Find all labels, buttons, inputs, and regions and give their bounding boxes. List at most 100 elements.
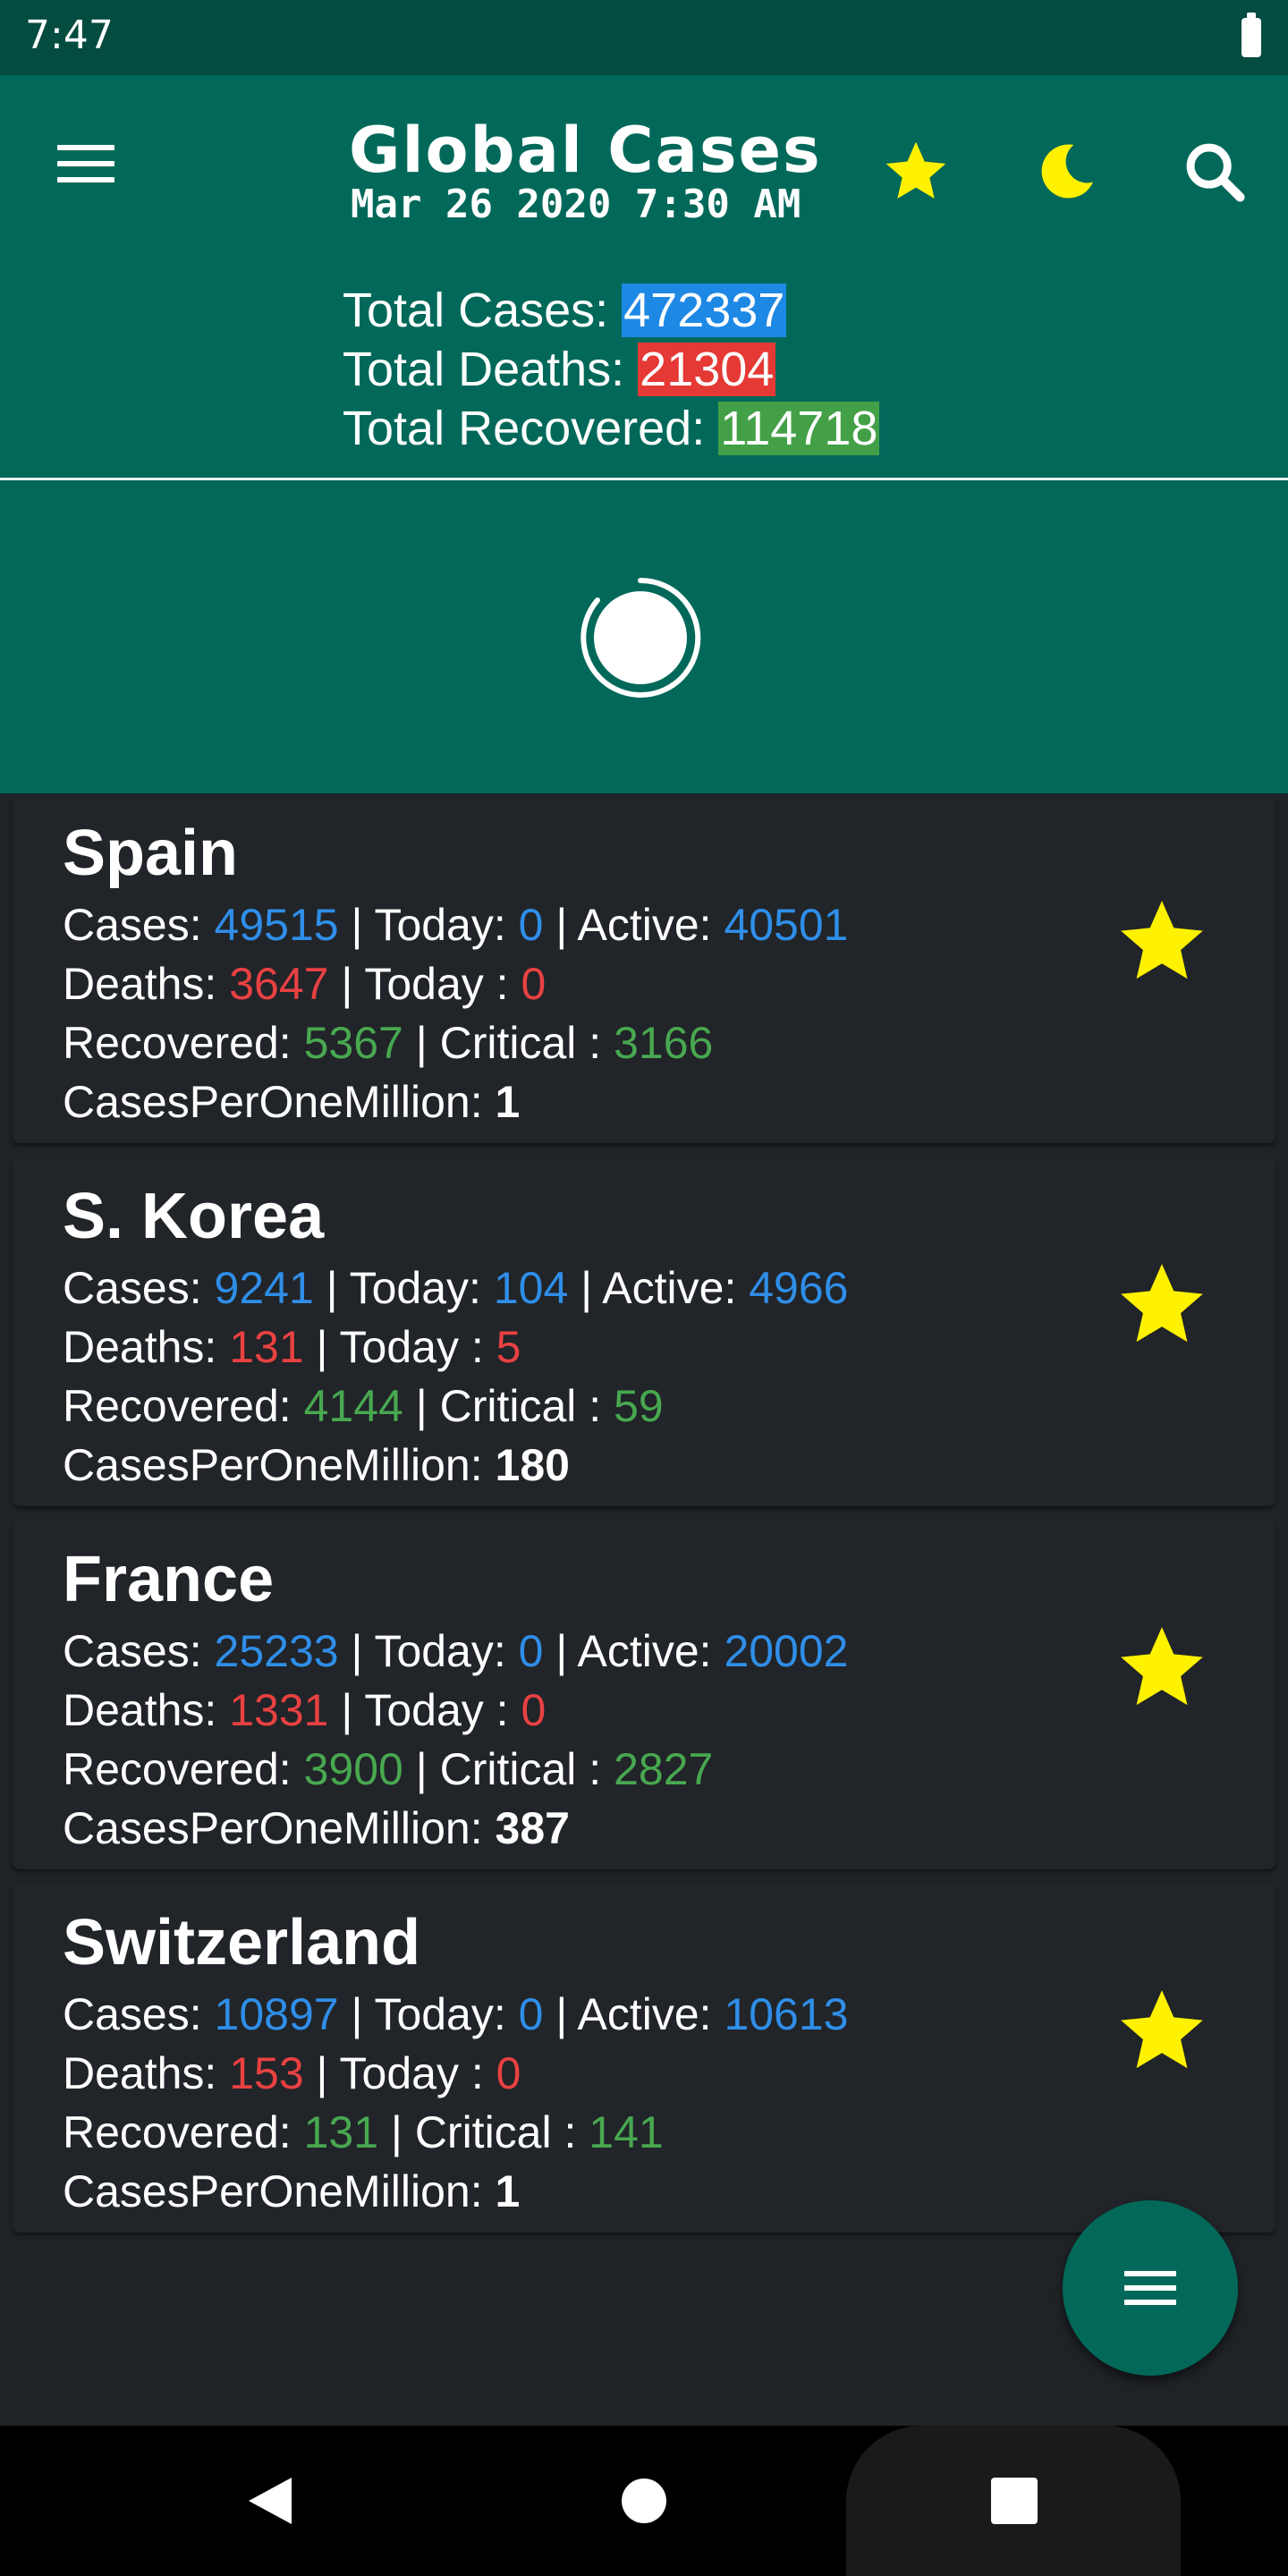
deaths-value: 131 xyxy=(229,1322,304,1372)
per-million-line: CasesPerOneMillion: 387 xyxy=(63,1801,570,1855)
separator: | xyxy=(303,1322,340,1372)
today-deaths-value: 5 xyxy=(496,1322,521,1372)
recovered-label: Recovered: xyxy=(63,1744,304,1794)
per-million-line: CasesPerOneMillion: 1 xyxy=(63,1075,520,1129)
country-card[interactable]: S. Korea Cases: 9241 | Today: 104 | Acti… xyxy=(13,1157,1275,1506)
active-label: Active: xyxy=(577,900,724,950)
cases-value: 49515 xyxy=(214,900,339,950)
moon-icon xyxy=(1041,144,1093,199)
deaths-line: Deaths: 1331 | Today : 0 xyxy=(63,1683,546,1737)
cases-line: Cases: 10897 | Today: 0 | Active: 10613 xyxy=(63,1987,848,2041)
recovered-line: Recovered: 3900 | Critical : 2827 xyxy=(63,1742,713,1796)
active-label: Active: xyxy=(577,1989,724,2039)
deaths-value: 1331 xyxy=(229,1685,329,1735)
total-cases-row: Total Cases: 472337 xyxy=(343,281,879,340)
country-name: Switzerland xyxy=(63,1907,421,1979)
cases-label: Cases: xyxy=(63,1263,215,1313)
critical-label: Critical : xyxy=(439,1018,614,1068)
recovered-label: Recovered: xyxy=(63,1381,304,1431)
country-card[interactable]: France Cases: 25233 | Today: 0 | Active:… xyxy=(13,1521,1275,1869)
total-deaths-label: Total Deaths: xyxy=(343,343,639,396)
today-label: Today: xyxy=(374,1626,519,1676)
country-name: S. Korea xyxy=(63,1181,325,1252)
deaths-label: Deaths: xyxy=(63,1322,230,1372)
back-triangle-icon[interactable] xyxy=(243,2474,297,2528)
search-icon xyxy=(1186,143,1245,202)
star-icon[interactable] xyxy=(1113,1982,1211,2080)
today-cases-value: 0 xyxy=(518,1626,544,1676)
active-label: Active: xyxy=(577,1626,724,1676)
separator: | xyxy=(543,1989,578,2039)
separator: | xyxy=(543,1626,578,1676)
separator: | xyxy=(328,1685,365,1735)
deaths-label: Deaths: xyxy=(63,1685,230,1735)
deaths-line: Deaths: 153 | Today : 0 xyxy=(63,2046,521,2100)
home-circle-icon[interactable] xyxy=(621,2478,667,2524)
per-million-label: CasesPerOneMillion: xyxy=(63,1803,496,1853)
per-million-label: CasesPerOneMillion: xyxy=(63,2166,496,2216)
today-cases-value: 0 xyxy=(518,900,544,950)
hamburger-menu-icon[interactable] xyxy=(57,145,114,188)
separator: | xyxy=(338,1626,375,1676)
star-icon[interactable] xyxy=(1113,1256,1211,1354)
separator: | xyxy=(378,2107,415,2157)
country-name: Spain xyxy=(63,818,239,889)
dark-mode-button[interactable] xyxy=(1023,129,1109,215)
country-card[interactable]: Spain Cases: 49515 | Today: 0 | Active: … xyxy=(13,794,1275,1143)
recovered-line: Recovered: 4144 | Critical : 59 xyxy=(63,1379,664,1433)
total-deaths-row: Total Deaths: 21304 xyxy=(343,340,879,399)
critical-value: 141 xyxy=(589,2107,664,2157)
separator: | xyxy=(402,1381,440,1431)
menu-fab-button[interactable] xyxy=(1063,2200,1238,2376)
recents-square-icon[interactable] xyxy=(991,2478,1038,2524)
total-deaths-value: 21304 xyxy=(638,343,776,396)
loading-spinner-icon xyxy=(580,577,701,698)
today-deaths-value: 0 xyxy=(521,1685,547,1735)
cases-value: 25233 xyxy=(214,1626,339,1676)
recovered-line: Recovered: 131 | Critical : 141 xyxy=(63,2106,664,2159)
today-deaths-value: 0 xyxy=(496,2048,521,2098)
separator: | xyxy=(328,959,365,1009)
loading-area xyxy=(0,480,1288,793)
critical-value: 2827 xyxy=(614,1744,714,1794)
cases-label: Cases: xyxy=(63,1626,215,1676)
today-cases-value: 104 xyxy=(493,1263,569,1313)
star-icon[interactable] xyxy=(1113,1619,1211,1717)
critical-label: Critical : xyxy=(439,1381,614,1431)
country-card[interactable]: Switzerland Cases: 10897 | Today: 0 | Ac… xyxy=(13,1884,1275,2233)
per-million-line: CasesPerOneMillion: 1 xyxy=(63,2165,520,2218)
cases-label: Cases: xyxy=(63,1989,215,2039)
active-value: 10613 xyxy=(724,1989,849,2039)
per-million-label: CasesPerOneMillion: xyxy=(63,1077,496,1127)
search-button[interactable] xyxy=(1172,129,1258,215)
favorites-button[interactable] xyxy=(873,129,959,215)
last-updated-date: Mar 26 2020 7:30 AM xyxy=(351,182,801,227)
critical-label: Critical : xyxy=(439,1744,614,1794)
today-deaths-value: 0 xyxy=(521,959,547,1009)
recovered-value: 3900 xyxy=(303,1744,403,1794)
separator: | xyxy=(568,1263,603,1313)
star-icon[interactable] xyxy=(1113,893,1211,991)
cases-line: Cases: 9241 | Today: 104 | Active: 4966 xyxy=(63,1261,848,1315)
today-label: Today: xyxy=(349,1263,494,1313)
separator: | xyxy=(402,1018,440,1068)
star-icon xyxy=(886,141,946,199)
today-label: Today: xyxy=(374,900,519,950)
status-bar: 7:47 xyxy=(0,0,1288,75)
page-title: Global Cases xyxy=(349,114,822,187)
per-million-value: 1 xyxy=(495,1077,521,1127)
today-cases-value: 0 xyxy=(518,1989,544,2039)
today-deaths-label: Today : xyxy=(339,1322,496,1372)
separator: | xyxy=(338,1989,375,2039)
country-name: France xyxy=(63,1544,275,1615)
today-deaths-label: Today : xyxy=(364,959,521,1009)
menu-icon xyxy=(1124,2262,1176,2314)
deaths-value: 153 xyxy=(229,2048,304,2098)
per-million-value: 387 xyxy=(495,1803,570,1853)
status-time: 7:47 xyxy=(25,13,114,58)
per-million-value: 180 xyxy=(495,1440,570,1490)
total-cases-label: Total Cases: xyxy=(343,284,623,337)
recovered-line: Recovered: 5367 | Critical : 3166 xyxy=(63,1016,713,1070)
today-label: Today: xyxy=(374,1989,519,2039)
deaths-label: Deaths: xyxy=(63,2048,230,2098)
